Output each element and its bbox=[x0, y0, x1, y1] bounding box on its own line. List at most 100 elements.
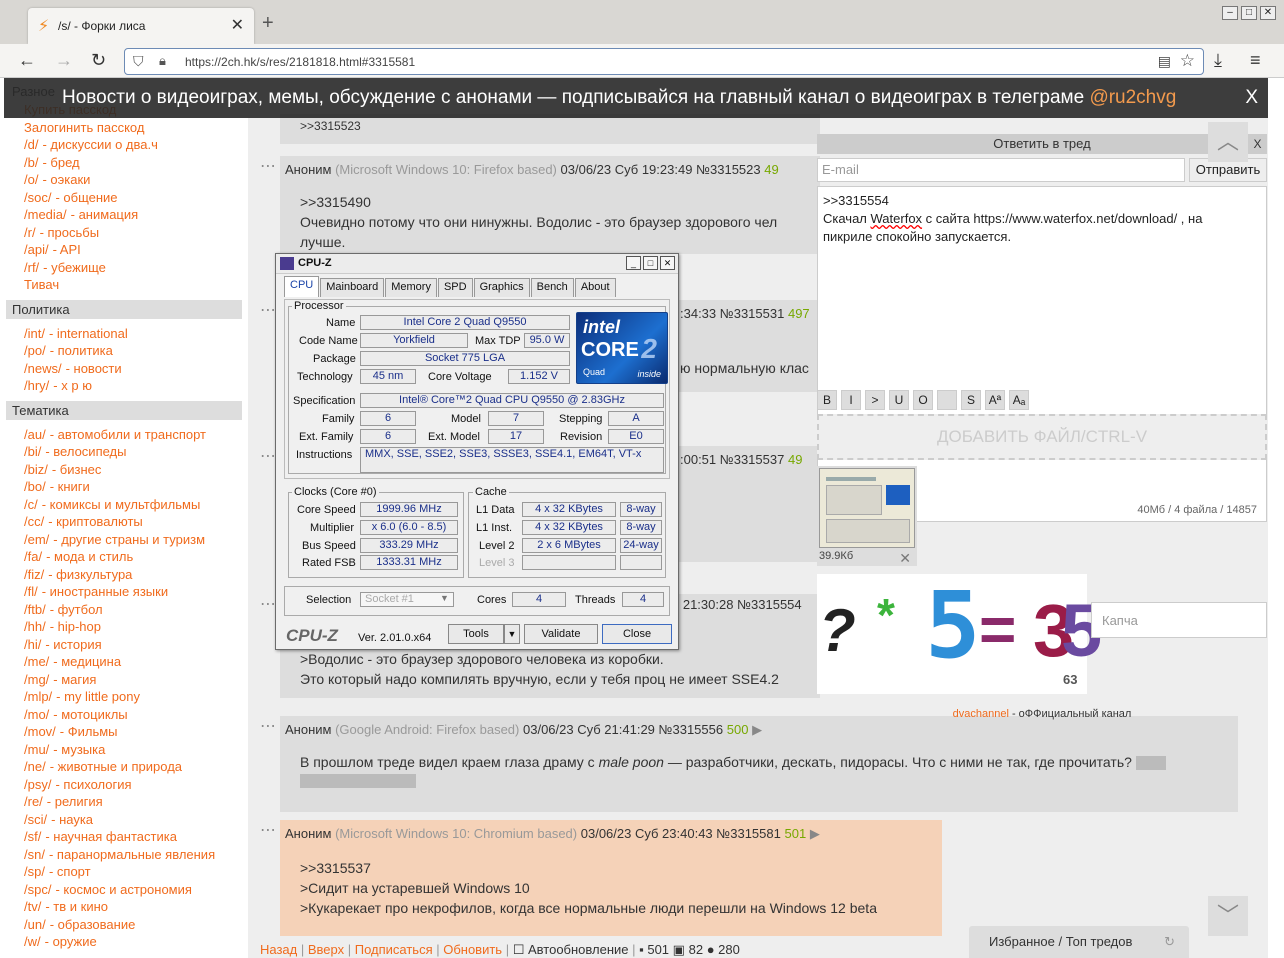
file-drop-zone[interactable]: ДОБАВИТЬ ФАЙЛ/CTRL-V bbox=[817, 414, 1267, 460]
menu-board-code[interactable]: /me/ bbox=[24, 654, 49, 669]
email-field[interactable]: E-mail bbox=[817, 158, 1185, 182]
menu-board-name[interactable]: - мода и стиль bbox=[46, 549, 133, 564]
post-number[interactable]: №3315531 bbox=[720, 306, 785, 321]
menu-board-code[interactable]: /api/ bbox=[24, 242, 49, 257]
maximize-icon[interactable]: □ bbox=[1241, 6, 1257, 20]
menu-item[interactable]: /soc/ - общение bbox=[4, 189, 248, 207]
menu-board-name[interactable]: - паранормальные явления bbox=[49, 847, 215, 862]
forward-icon[interactable]: → bbox=[55, 50, 73, 71]
menu-item[interactable]: /ftb/ - футбол bbox=[4, 601, 248, 619]
cpuz-tab-memory[interactable]: Memory bbox=[385, 278, 437, 297]
menu-board-name[interactable]: - API bbox=[53, 242, 81, 257]
menu-board-name[interactable]: - футбол bbox=[50, 602, 103, 617]
menu-board-name[interactable]: - велосипеды bbox=[45, 444, 126, 459]
menu-board-code[interactable]: /sp/ bbox=[24, 864, 45, 879]
menu-board-code[interactable]: /rf/ bbox=[24, 260, 39, 275]
post-menu-icon[interactable]: ⋯ bbox=[260, 716, 277, 736]
menu-board-code[interactable]: /mlp/ bbox=[24, 689, 52, 704]
menu-board-code[interactable]: /fa/ bbox=[24, 549, 42, 564]
menu-item[interactable]: /psy/ - психология bbox=[4, 776, 248, 794]
menu-board-code[interactable]: /fl/ bbox=[24, 584, 38, 599]
menu-board-name[interactable]: - мотоциклы bbox=[53, 707, 127, 722]
menu-item[interactable]: /media/ - анимация bbox=[4, 206, 248, 224]
reply-link[interactable]: >>3315537 bbox=[300, 858, 371, 878]
menu-item[interactable]: /api/ - API bbox=[4, 241, 248, 259]
menu-board-name[interactable]: - животные и природа bbox=[50, 759, 182, 774]
menu-item[interactable]: /fa/ - мода и стиль bbox=[4, 548, 248, 566]
menu-board-code[interactable]: /c/ bbox=[24, 497, 38, 512]
favorites-panel-toggle[interactable]: Избранное / Топ тредов ↻ bbox=[969, 926, 1189, 958]
close-button[interactable]: Close bbox=[602, 624, 672, 644]
menu-board-code[interactable]: /mov/ bbox=[24, 724, 56, 739]
menu-item[interactable]: /sn/ - паранормальные явления bbox=[4, 846, 248, 864]
cpuz-tab-mainboard[interactable]: Mainboard bbox=[320, 278, 385, 297]
back-icon[interactable]: ← bbox=[18, 50, 36, 71]
menu-item[interactable]: /fiz/ - физкультура bbox=[4, 566, 248, 584]
menu-item[interactable]: /bo/ - книги bbox=[4, 478, 248, 496]
post-menu-icon[interactable]: ⋯ bbox=[260, 156, 277, 176]
captcha-input[interactable]: Капча bbox=[1091, 602, 1267, 638]
menu-item[interactable]: /b/ - бред bbox=[4, 154, 248, 172]
menu-board-name[interactable]: - космос и астрономия bbox=[55, 882, 191, 897]
bookmark-star-icon[interactable]: ☆ bbox=[1180, 51, 1195, 71]
format-button-4[interactable]: O bbox=[913, 390, 933, 410]
cpuz-tab-spd[interactable]: SPD bbox=[437, 278, 473, 297]
new-tab-icon[interactable]: + bbox=[262, 12, 274, 35]
lock-icon[interactable]: 🔒︎ bbox=[159, 53, 166, 69]
menu-board-code[interactable]: /r/ bbox=[24, 225, 36, 240]
menu-board-name[interactable]: - музыка bbox=[53, 742, 105, 757]
downloads-icon[interactable]: ⤓ bbox=[1214, 50, 1222, 71]
format-button-7[interactable]: Aª bbox=[985, 390, 1005, 410]
reply-form-header[interactable]: Ответить в тред X bbox=[817, 134, 1267, 154]
menu-board-code[interactable]: /em/ bbox=[24, 532, 49, 547]
minimize-icon[interactable]: – bbox=[1222, 6, 1238, 20]
menu-item[interactable]: /mu/ - музыка bbox=[4, 741, 248, 759]
tools-dropdown-icon[interactable]: ▼ bbox=[504, 624, 520, 644]
post-number[interactable]: №3315581 bbox=[716, 826, 781, 841]
menu-board-code[interactable]: /tv/ bbox=[24, 899, 41, 914]
format-button-2[interactable]: > bbox=[865, 390, 885, 410]
menu-board-name[interactable]: - international bbox=[49, 326, 128, 341]
menu-board-name[interactable]: - бред bbox=[42, 155, 79, 170]
menu-board-name[interactable]: - история bbox=[45, 637, 101, 652]
format-button-6[interactable]: S bbox=[961, 390, 981, 410]
auto-refresh-checkbox[interactable]: ☐ bbox=[513, 942, 525, 957]
close-window-icon[interactable]: ✕ bbox=[1260, 6, 1276, 20]
menu-board-name[interactable]: - образование bbox=[50, 917, 136, 932]
menu-board-code[interactable]: /bo/ bbox=[24, 479, 46, 494]
menu-item[interactable]: /hi/ - история bbox=[4, 636, 248, 654]
menu-board-name[interactable]: - психология bbox=[55, 777, 131, 792]
menu-item[interactable]: /fl/ - иностранные языки bbox=[4, 583, 248, 601]
menu-board-name[interactable]: - оэкаки bbox=[42, 172, 90, 187]
menu-item[interactable]: /w/ - оружие bbox=[4, 933, 248, 951]
refresh-icon[interactable]: ↻ bbox=[1164, 926, 1175, 958]
menu-board-code[interactable]: /media/ bbox=[24, 207, 67, 222]
menu-item[interactable]: /sf/ - научная фантастика bbox=[4, 828, 248, 846]
menu-board-code[interactable]: /soc/ bbox=[24, 190, 51, 205]
menu-board-name[interactable]: - новости bbox=[66, 361, 122, 376]
menu-board-name[interactable]: - просьбы bbox=[40, 225, 100, 240]
dvachannel-link[interactable]: dvachannel bbox=[953, 708, 1009, 720]
menu-board-name[interactable]: - спорт bbox=[49, 864, 91, 879]
menu-item[interactable]: Залогинить пасскод bbox=[4, 119, 248, 137]
menu-board-name[interactable]: Тивач bbox=[24, 277, 59, 292]
up-link[interactable]: Вверх bbox=[308, 942, 344, 957]
menu-board-name[interactable]: - криптовалюты bbox=[48, 514, 143, 529]
menu-board-name[interactable]: - Фильмы bbox=[60, 724, 118, 739]
menu-item[interactable]: /au/ - автомобили и транспорт bbox=[4, 426, 248, 444]
close-tab-icon[interactable]: ✕ bbox=[231, 15, 244, 35]
post-number[interactable]: №3315556 bbox=[659, 722, 724, 737]
url-bar[interactable]: ⛉ 🔒︎ https://2ch.hk/s/res/2181818.html#3… bbox=[124, 48, 1204, 75]
menu-board-code[interactable]: /b/ bbox=[24, 155, 38, 170]
menu-board-name[interactable]: - религия bbox=[47, 794, 103, 809]
menu-board-code[interactable]: /sn/ bbox=[24, 847, 45, 862]
menu-board-name[interactable]: - оружие bbox=[45, 934, 97, 949]
menu-board-code[interactable]: /d/ bbox=[24, 137, 38, 152]
telegram-banner[interactable]: Новости о видеоиграх, мемы, обсуждение с… bbox=[4, 78, 1268, 118]
captcha-image[interactable]: ? * 5 = 3 5 63 bbox=[817, 572, 1102, 694]
menu-board-code[interactable]: /fiz/ bbox=[24, 567, 44, 582]
menu-board-code[interactable]: /sci/ bbox=[24, 812, 47, 827]
menu-board-code[interactable]: /sf/ bbox=[24, 829, 41, 844]
cpuz-tab-graphics[interactable]: Graphics bbox=[473, 278, 530, 297]
menu-item[interactable]: /d/ - дискуссии о два.ч bbox=[4, 136, 248, 154]
